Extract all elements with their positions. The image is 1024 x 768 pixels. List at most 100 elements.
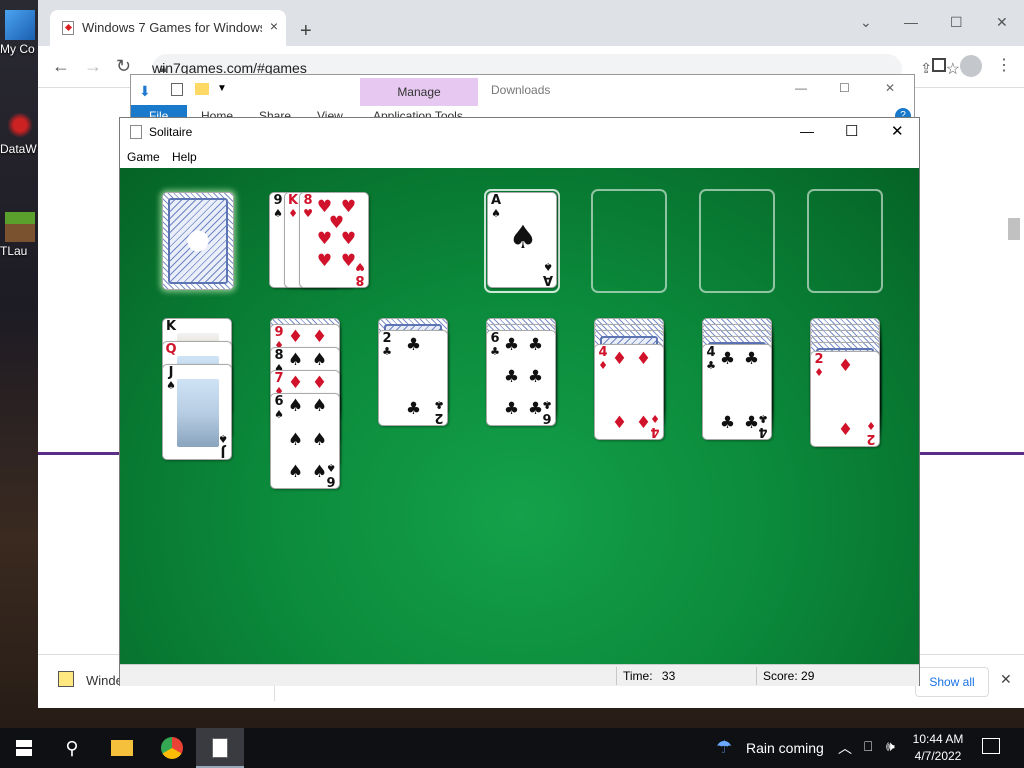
desktop-icon-my-computer[interactable]: My Co	[0, 10, 40, 56]
card-rank: 9	[274, 325, 284, 340]
card-pip: ♣	[503, 367, 520, 387]
tableau-card[interactable]: 6 ♣ ♣ ♣ ♣ ♣ ♣ ♣ 6 ♣	[486, 330, 556, 426]
card-pip: ♠	[287, 462, 304, 482]
download-bar-close-button[interactable]: ✕	[1000, 671, 1012, 688]
taskbar-solitaire[interactable]	[196, 728, 244, 768]
restore-button[interactable]: ☐	[950, 14, 963, 31]
volume-icon[interactable]: 🕪︎	[886, 738, 895, 755]
new-tab-button[interactable]: +	[300, 20, 312, 43]
waste-top-card[interactable]: 8 ♥ ♥ ♥ ♥ ♥ ♥ ♥ ♥ 8 ♥	[299, 192, 369, 288]
notification-icon[interactable]	[982, 738, 1000, 754]
page-scrollbar-thumb[interactable]	[1008, 218, 1020, 240]
tableau-card[interactable]: 6 ♠ ♠ ♠ ♠ ♠ ♠ ♠ 6 ♠	[270, 393, 340, 489]
menu-icon[interactable]: ⋮	[996, 55, 1012, 75]
card-pip: ♥	[316, 251, 333, 271]
time-display: Time: 33	[616, 667, 756, 685]
card-rank: J	[220, 444, 226, 459]
card-rank: 2	[382, 331, 392, 346]
stock-pile[interactable]	[162, 192, 234, 290]
card-suit: ♣	[758, 412, 768, 425]
card-suit: ♦	[288, 207, 298, 220]
bookmark-star-icon[interactable]: ☆	[946, 59, 960, 79]
foundation-slot[interactable]	[807, 189, 883, 293]
card-suit: ♦	[650, 412, 660, 425]
browser-tab[interactable]: Windows 7 Games for Windows ×	[50, 10, 286, 46]
solitaire-close-button[interactable]: ✕	[891, 122, 904, 140]
card-pip: ♣	[743, 349, 760, 369]
properties-icon[interactable]	[171, 83, 183, 96]
card-pip: ♣	[719, 413, 736, 433]
card-pip: ♦	[311, 327, 328, 347]
network-icon[interactable]: ⎕	[864, 738, 872, 755]
score-display: Score: 29	[756, 667, 906, 685]
foundation-card[interactable]: A ♠ ♠ A ♠	[487, 192, 557, 288]
foundation-slot[interactable]	[591, 189, 667, 293]
tableau-card[interactable]: 4 ♦ ♦ ♦ ♦ ♦ 4 ♦	[594, 344, 664, 440]
chrome-icon	[161, 737, 183, 759]
search-button[interactable]: ⚲	[48, 728, 96, 768]
explorer-minimize-button[interactable]: —	[795, 81, 807, 95]
tab-close-button[interactable]: ×	[270, 18, 278, 34]
close-button[interactable]: ✕	[996, 14, 1008, 31]
reload-button[interactable]: ↻	[116, 56, 131, 77]
weather-text[interactable]: Rain coming	[746, 740, 824, 756]
start-button[interactable]	[0, 728, 48, 768]
card-rank: 4	[706, 345, 716, 360]
folder-icon	[111, 740, 133, 756]
explorer-close-button[interactable]: ✕	[885, 81, 895, 95]
profile-avatar[interactable]	[960, 55, 982, 77]
card-pip: ♣	[405, 335, 422, 355]
show-all-button[interactable]: Show all	[915, 667, 989, 697]
solitaire-menubar: Game Help	[120, 146, 919, 168]
card-pip: ♣	[527, 335, 544, 355]
card-suit: ♦	[814, 366, 824, 379]
back-button[interactable]: ←	[52, 56, 70, 77]
tableau-card[interactable]: 2 ♦ ♦ ♦ 2 ♦	[810, 351, 880, 447]
tableau-card[interactable]: 2 ♣ ♣ ♣ 2 ♣	[378, 330, 448, 426]
menu-help[interactable]: Help	[172, 150, 197, 164]
solitaire-minimize-button[interactable]: —	[800, 123, 814, 139]
solitaire-titlebar[interactable]: Solitaire — ☐ ✕	[120, 118, 919, 146]
side-panel-icon[interactable]	[932, 58, 946, 72]
download-item-name[interactable]: Winde	[86, 673, 123, 688]
clock[interactable]: 10:44 AM 4/7/2022	[908, 731, 968, 765]
card-pip: ♠	[311, 430, 328, 450]
menu-game[interactable]: Game	[127, 150, 160, 164]
solitaire-app-icon	[130, 125, 142, 139]
desktop-icon-dataw[interactable]: DataW	[0, 110, 40, 156]
taskbar-file-explorer[interactable]	[98, 728, 146, 768]
card-rank: 4	[758, 424, 768, 439]
taskbar: ⚲ ☂ Rain coming ︿ ⎕ 🕪︎ 10:44 AM 4/7/2022	[0, 728, 1024, 768]
game-table: 9 ♠ K ♦ 8 ♥ ♥ ♥ ♥ ♥ ♥ ♥ ♥ 8 ♥ A ♠ ♠ A ♠	[120, 168, 919, 664]
quick-access-dropdown-icon[interactable]: ▼	[217, 83, 227, 94]
manage-tab[interactable]: Manage	[360, 78, 478, 106]
card-rank: 6	[326, 473, 336, 488]
minecraft-icon	[5, 212, 35, 242]
tab-search-button[interactable]: ⌄	[860, 14, 872, 31]
forward-button[interactable]: →	[84, 56, 102, 77]
share-icon[interactable]: ⇪	[920, 60, 932, 77]
desktop-icon-label: DataW	[0, 142, 37, 156]
card-suit: ♠	[273, 207, 283, 220]
desktop-icon-tlauncher[interactable]: TLau	[0, 212, 40, 258]
tableau-card[interactable]: 4 ♣ ♣ ♣ ♣ ♣ 4 ♣	[702, 344, 772, 440]
card-suit: ♠	[543, 260, 553, 273]
card-rank: 4	[650, 424, 660, 439]
folder-icon[interactable]	[195, 83, 209, 95]
desktop-icon-label: My Co	[0, 42, 35, 56]
taskbar-chrome[interactable]	[148, 728, 196, 768]
foundation-slot[interactable]	[699, 189, 775, 293]
minimize-button[interactable]: —	[904, 14, 918, 30]
explorer-restore-button[interactable]: ☐	[839, 81, 850, 95]
tableau-card[interactable]: J ♠ J ♠	[162, 364, 232, 460]
card-suit: ♦	[598, 359, 608, 372]
card-rank: 9	[273, 193, 283, 208]
card-pip: ♠	[311, 350, 328, 370]
chevron-up-icon[interactable]: ︿	[838, 738, 852, 758]
card-pip: ♠	[287, 396, 304, 416]
solitaire-icon	[212, 738, 228, 758]
clock-date: 4/7/2022	[914, 749, 962, 763]
solitaire-maximize-button[interactable]: ☐	[845, 122, 858, 140]
card-rank: 2	[866, 431, 876, 446]
card-suit: ♣	[382, 345, 392, 358]
